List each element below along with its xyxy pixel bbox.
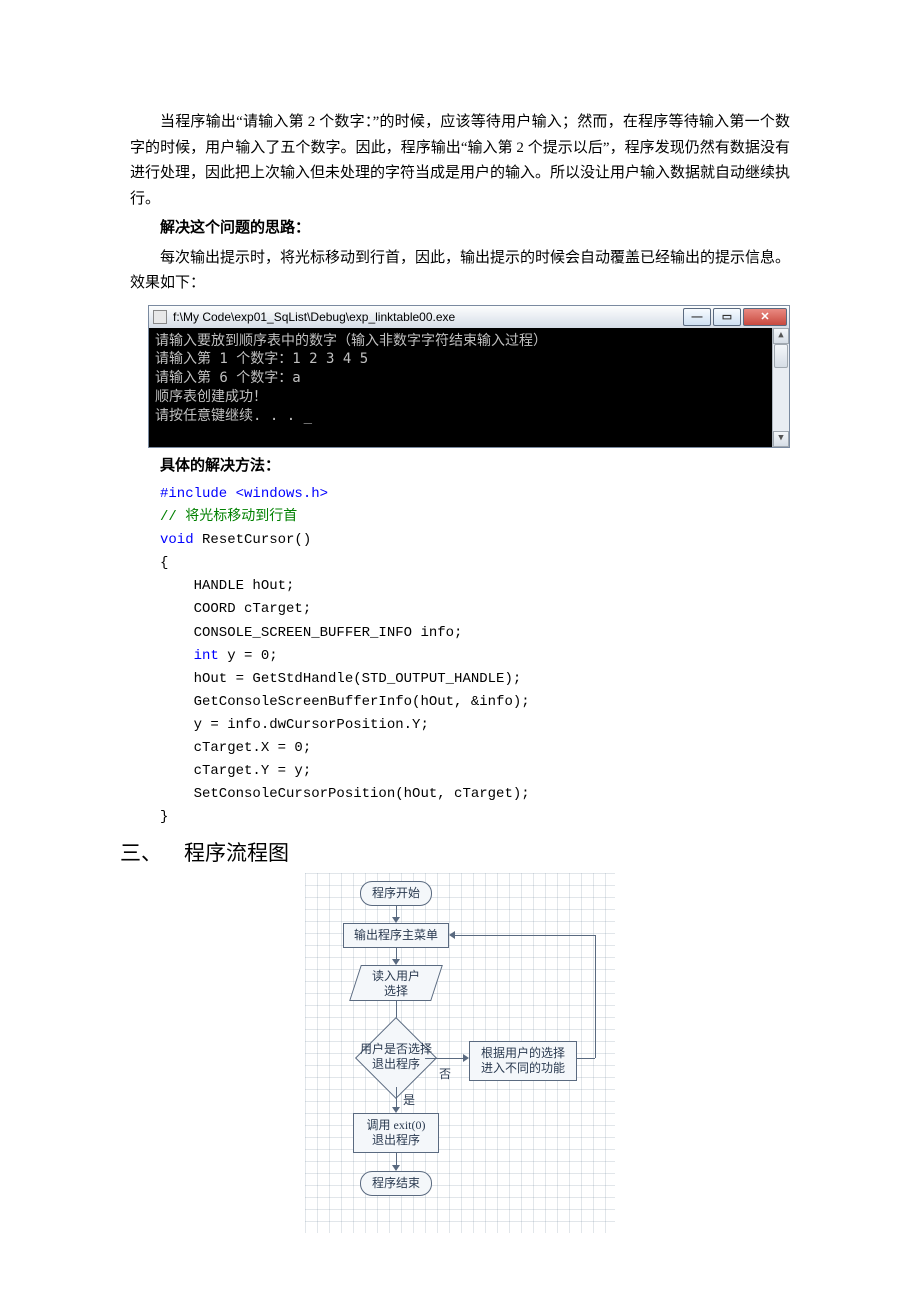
console-line: 请输入第 6 个数字：a xyxy=(155,369,783,388)
maximize-button[interactable]: ▭ xyxy=(713,308,741,326)
code-keyword: int xyxy=(194,648,219,664)
scroll-up-icon[interactable]: ▲ xyxy=(773,328,789,344)
scroll-down-icon[interactable]: ▼ xyxy=(773,431,789,447)
flow-yes-label: 是 xyxy=(403,1091,423,1108)
console-line: 顺序表创建成功！ xyxy=(155,388,783,407)
code-line: { xyxy=(160,555,168,571)
console-line: 请输入第 1 个数字：1 2 3 4 5 xyxy=(155,350,783,369)
code-line: cTarget.X = 0; xyxy=(160,740,311,756)
console-line: 请输入要放到顺序表中的数字（输入非数字字符结束输入过程） xyxy=(155,332,783,351)
code-line: SetConsoleCursorPosition(hOut, cTarget); xyxy=(160,786,530,802)
code-line: hOut = GetStdHandle(STD_OUTPUT_HANDLE); xyxy=(160,671,521,687)
console-window: f:\My Code\exp01_SqList\Debug\exp_linkta… xyxy=(148,305,790,448)
heading-solution-method: 具体的解决方法： xyxy=(130,454,790,480)
flow-line xyxy=(453,935,595,936)
flow-line xyxy=(577,1058,595,1059)
console-line: 请按任意键继续. . . _ xyxy=(155,407,783,426)
code-line: #include <windows.h> xyxy=(160,486,328,502)
flowchart: 程序开始 输出程序主菜单 读入用户 选择 用户是否选择 退出程序 否 根据用户的… xyxy=(305,873,615,1233)
code-line: cTarget.Y = y; xyxy=(160,763,311,779)
close-button[interactable]: ✕ xyxy=(743,308,787,326)
code-line: GetConsoleScreenBufferInfo(hOut, &info); xyxy=(160,694,530,710)
paragraph-1: 当程序输出“请输入第 2 个数字：”的时候，应该等待用户输入；然而，在程序等待输… xyxy=(130,110,790,212)
flow-line xyxy=(396,1087,397,1109)
code-text xyxy=(160,648,194,664)
console-icon xyxy=(153,310,167,324)
code-text: y = 0; xyxy=(219,648,278,664)
scrollbar[interactable]: ▲ ▼ xyxy=(772,328,789,447)
flow-exit: 调用 exit(0) 退出程序 xyxy=(353,1113,439,1153)
flowchart-container: 程序开始 输出程序主菜单 读入用户 选择 用户是否选择 退出程序 否 根据用户的… xyxy=(130,873,790,1233)
flow-start: 程序开始 xyxy=(360,881,432,906)
window-titlebar: f:\My Code\exp01_SqList\Debug\exp_linkta… xyxy=(148,305,790,328)
code-line: HANDLE hOut; xyxy=(160,578,294,594)
flow-read-label: 读入用户 选择 xyxy=(355,969,437,999)
flow-decision-label: 用户是否选择 退出程序 xyxy=(349,1042,443,1072)
window-title: f:\My Code\exp01_SqList\Debug\exp_linkta… xyxy=(173,310,683,324)
flow-menu: 输出程序主菜单 xyxy=(343,923,449,948)
document-page: 当程序输出“请输入第 2 个数字：”的时候，应该等待用户输入；然而，在程序等待输… xyxy=(0,0,920,1293)
window-buttons: — ▭ ✕ xyxy=(683,308,789,326)
flow-end: 程序结束 xyxy=(360,1171,432,1196)
minimize-button[interactable]: — xyxy=(683,308,711,326)
section-number: 三、 xyxy=(120,837,184,867)
paragraph-2: 每次输出提示时，将光标移动到行首，因此，输出提示的时候会自动覆盖已经输出的提示信… xyxy=(130,246,790,297)
code-line: COORD cTarget; xyxy=(160,601,311,617)
arrow-left-icon xyxy=(449,931,455,939)
heading-solution-idea: 解决这个问题的思路： xyxy=(130,216,790,242)
section-title: 程序流程图 xyxy=(184,837,289,867)
code-line: } xyxy=(160,809,168,825)
code-text: ResetCursor() xyxy=(194,532,312,548)
code-block: #include <windows.h> // 将光标移动到行首 void Re… xyxy=(160,483,790,829)
scroll-thumb[interactable] xyxy=(774,344,788,368)
code-comment: // 将光标移动到行首 xyxy=(160,509,297,525)
code-line: y = info.dwCursorPosition.Y; xyxy=(160,717,429,733)
code-keyword: void xyxy=(160,532,194,548)
flow-branch: 根据用户的选择 进入不同的功能 xyxy=(469,1041,577,1081)
flow-line xyxy=(595,935,596,1058)
console-body[interactable]: 请输入要放到顺序表中的数字（输入非数字字符结束输入过程） 请输入第 1 个数字：… xyxy=(148,328,790,448)
code-line: CONSOLE_SCREEN_BUFFER_INFO info; xyxy=(160,625,462,641)
section-3-header: 三、 程序流程图 xyxy=(120,837,790,867)
